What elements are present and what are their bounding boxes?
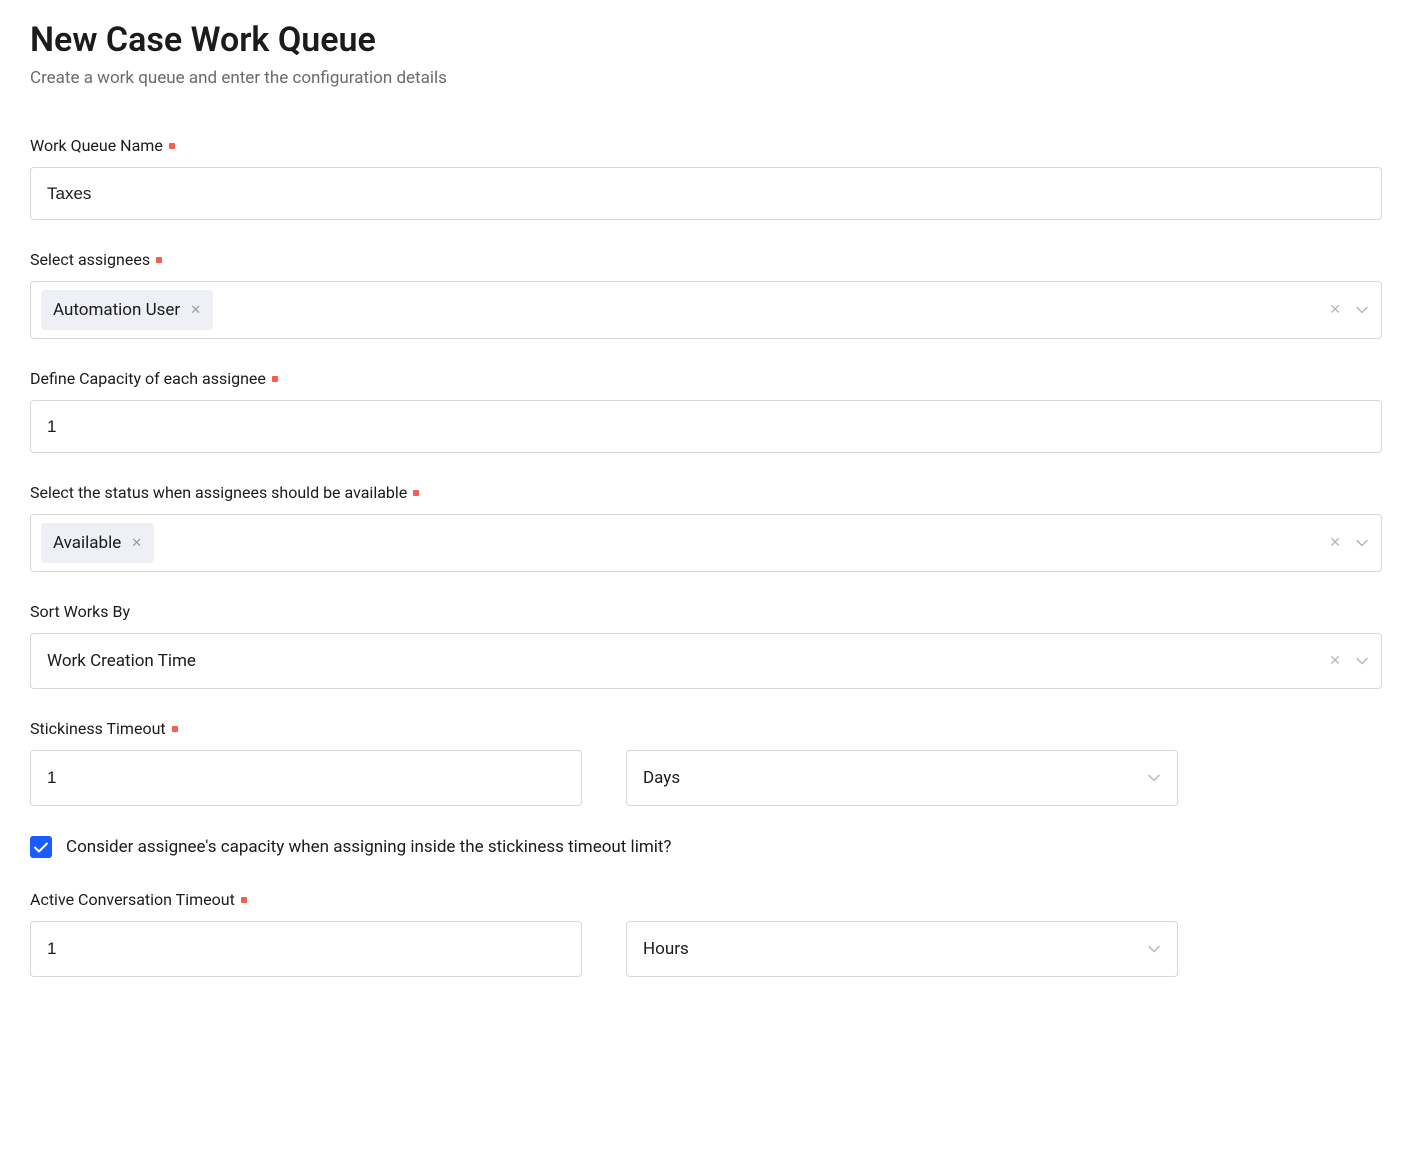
- page-subtitle: Create a work queue and enter the config…: [30, 68, 1382, 88]
- field-work-queue-name: Work Queue Name: [30, 136, 1382, 220]
- required-indicator-icon: [156, 257, 162, 263]
- field-active-conversation-timeout: Active Conversation Timeout Hours: [30, 890, 1382, 977]
- assignee-chip-label: Automation User: [53, 300, 180, 320]
- label-select-assignees: Select assignees: [30, 250, 150, 269]
- label-sort-works-by: Sort Works By: [30, 602, 130, 621]
- assignee-chip: Automation User ✕: [41, 290, 213, 330]
- sort-works-by-value: Work Creation Time: [47, 651, 196, 671]
- consider-capacity-checkbox[interactable]: [30, 836, 52, 858]
- field-stickiness-timeout: Stickiness Timeout Days: [30, 719, 1382, 806]
- clear-icon[interactable]: ✕: [1329, 536, 1341, 550]
- chevron-down-icon[interactable]: [1355, 536, 1369, 550]
- required-indicator-icon: [272, 376, 278, 382]
- label-capacity: Define Capacity of each assignee: [30, 369, 266, 388]
- chevron-down-icon[interactable]: [1147, 942, 1161, 956]
- required-indicator-icon: [241, 897, 247, 903]
- required-indicator-icon: [172, 726, 178, 732]
- label-active-conversation-timeout: Active Conversation Timeout: [30, 890, 235, 909]
- active-conversation-timeout-unit-select[interactable]: Hours: [626, 921, 1178, 977]
- field-capacity: Define Capacity of each assignee: [30, 369, 1382, 453]
- clear-icon[interactable]: ✕: [1329, 654, 1341, 668]
- active-conversation-timeout-unit-value: Hours: [643, 939, 689, 959]
- stickiness-timeout-unit-value: Days: [643, 768, 680, 788]
- field-sort-works-by: Sort Works By Work Creation Time ✕: [30, 602, 1382, 689]
- label-status-available: Select the status when assignees should …: [30, 483, 407, 502]
- capacity-input[interactable]: [30, 400, 1382, 453]
- chevron-down-icon[interactable]: [1355, 654, 1369, 668]
- consider-capacity-row: Consider assignee's capacity when assign…: [30, 836, 1382, 858]
- status-available-multiselect[interactable]: Available ✕ ✕: [30, 514, 1382, 572]
- active-conversation-timeout-input[interactable]: [30, 921, 582, 977]
- chevron-down-icon[interactable]: [1355, 303, 1369, 317]
- label-work-queue-name: Work Queue Name: [30, 136, 163, 155]
- field-status-available: Select the status when assignees should …: [30, 483, 1382, 572]
- status-chip-label: Available: [53, 533, 121, 553]
- field-select-assignees: Select assignees Automation User ✕ ✕: [30, 250, 1382, 339]
- consider-capacity-label: Consider assignee's capacity when assign…: [66, 837, 671, 857]
- stickiness-timeout-input[interactable]: [30, 750, 582, 806]
- work-queue-name-input[interactable]: [30, 167, 1382, 220]
- sort-works-by-select[interactable]: Work Creation Time ✕: [30, 633, 1382, 689]
- chevron-down-icon[interactable]: [1147, 771, 1161, 785]
- page-title: New Case Work Queue: [30, 20, 1382, 60]
- required-indicator-icon: [413, 490, 419, 496]
- select-assignees-multiselect[interactable]: Automation User ✕ ✕: [30, 281, 1382, 339]
- required-indicator-icon: [169, 143, 175, 149]
- close-icon[interactable]: ✕: [131, 537, 142, 550]
- stickiness-timeout-unit-select[interactable]: Days: [626, 750, 1178, 806]
- label-stickiness-timeout: Stickiness Timeout: [30, 719, 166, 738]
- close-icon[interactable]: ✕: [190, 304, 201, 317]
- status-chip: Available ✕: [41, 523, 154, 563]
- clear-icon[interactable]: ✕: [1329, 303, 1341, 317]
